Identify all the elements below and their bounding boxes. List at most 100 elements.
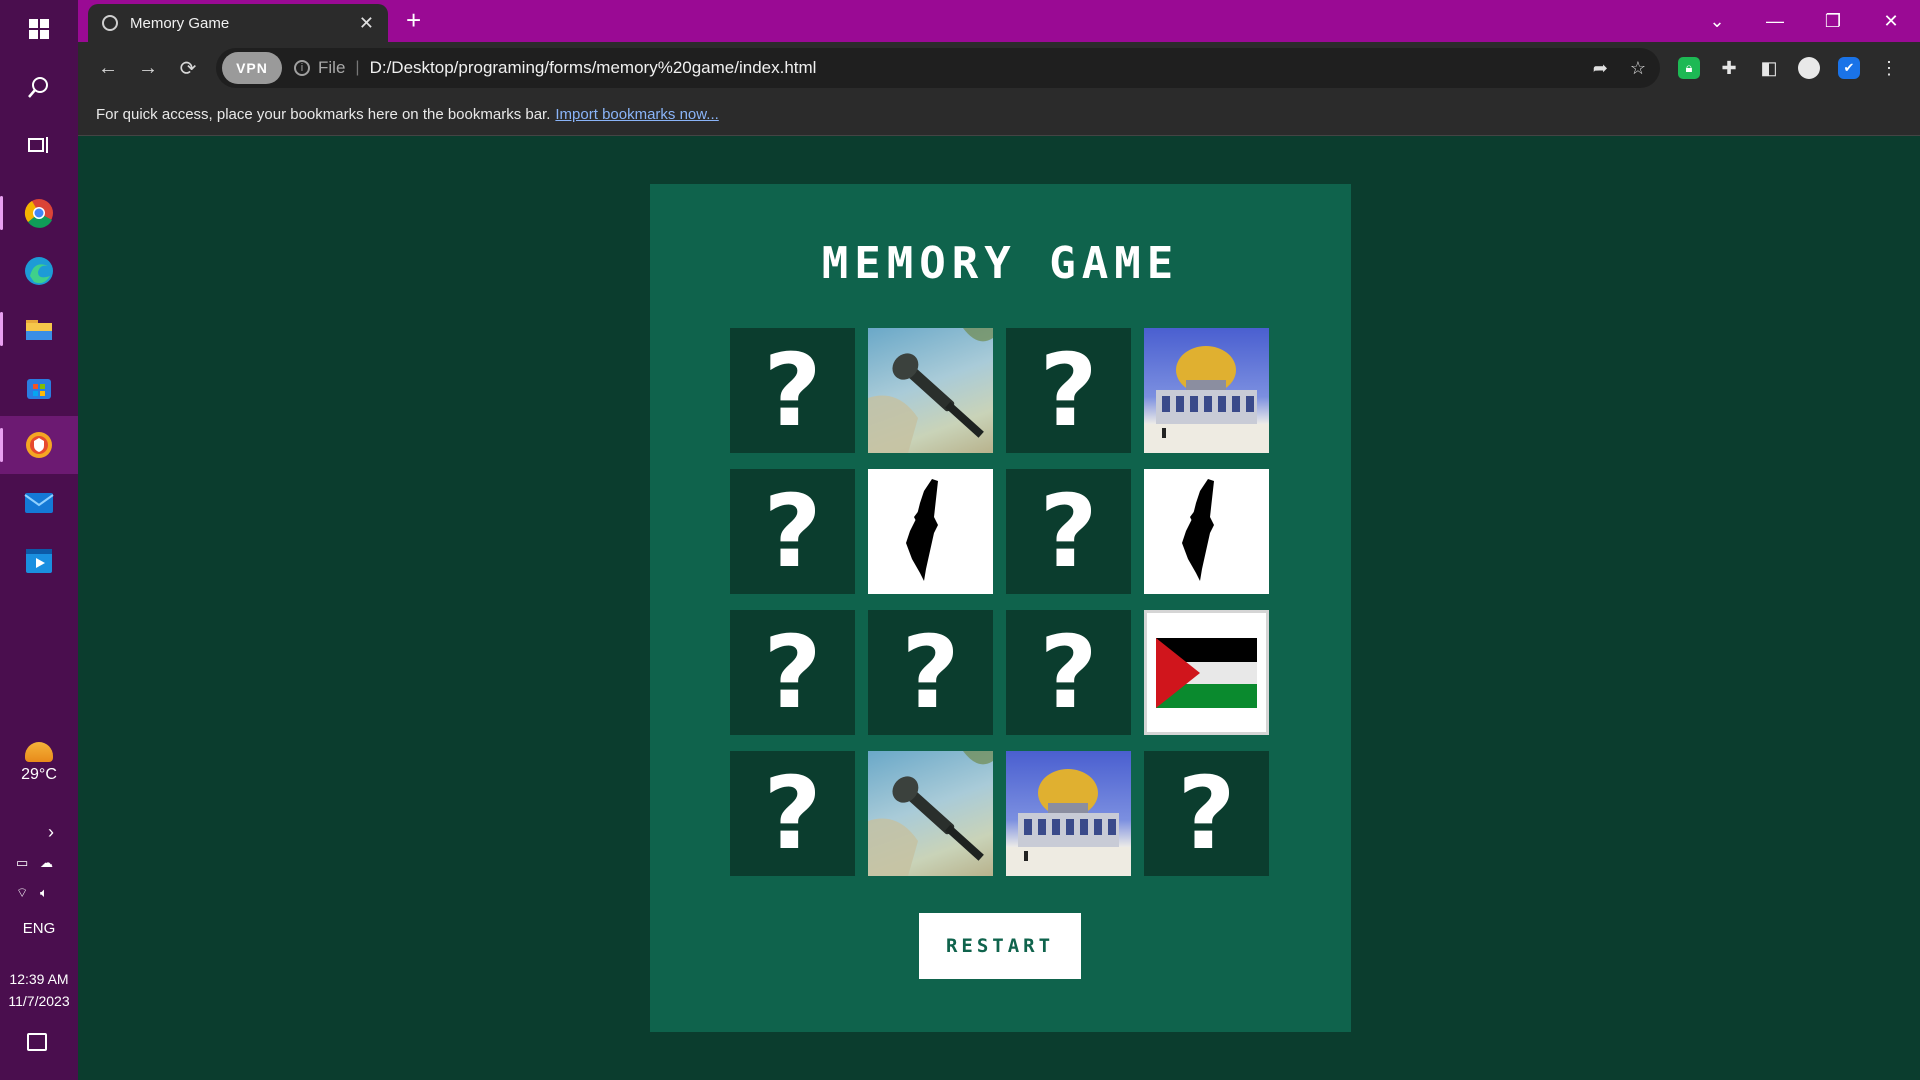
memory-card-revealed-dome[interactable]	[1144, 328, 1269, 453]
vpn-browser-icon	[26, 432, 52, 458]
memory-card-hidden[interactable]: ?	[1006, 328, 1131, 453]
store-icon	[27, 379, 51, 399]
file-explorer-icon	[26, 320, 52, 340]
task-view-button[interactable]	[0, 116, 78, 174]
rifle-image	[868, 751, 993, 876]
globe-icon	[102, 15, 118, 31]
tab-memory-game[interactable]: Memory Game ✕	[88, 4, 388, 42]
memory-card-hidden[interactable]: ?	[730, 469, 855, 594]
bookmark-star-icon[interactable]: ☆	[1630, 58, 1646, 79]
memory-card-hidden[interactable]: ?	[1006, 469, 1131, 594]
vpn-toggle-button[interactable]: VPN	[222, 52, 282, 84]
dome-of-the-rock-image	[1006, 769, 1131, 876]
weather-sun-icon	[25, 742, 53, 762]
memory-card-revealed-flag[interactable]	[1144, 610, 1269, 735]
memory-card-hidden[interactable]: ?	[1006, 610, 1131, 735]
system-tray-icons: ▭ ☁ ⌔ 🔈︎	[16, 855, 64, 901]
memory-card-hidden[interactable]: ?	[730, 328, 855, 453]
tab-search-chevron-icon[interactable]: ⌄	[1688, 11, 1746, 32]
show-hidden-icons-chevron-icon[interactable]: ›	[48, 822, 54, 843]
question-mark-icon: ?	[901, 613, 960, 731]
game-title: MEMORY GAME	[821, 238, 1180, 289]
palestine-map-image	[906, 479, 938, 581]
bookmarks-hint: For quick access, place your bookmarks h…	[96, 106, 551, 123]
url-text[interactable]: D:/Desktop/programing/forms/memory%20gam…	[370, 58, 1593, 78]
memory-card-hidden[interactable]: ?	[868, 610, 993, 735]
memory-card-hidden[interactable]: ?	[730, 751, 855, 876]
back-arrow-icon[interactable]: ←	[88, 57, 128, 80]
new-tab-button[interactable]: +	[406, 5, 421, 36]
side-panel-icon[interactable]: ◧	[1758, 57, 1780, 79]
start-button[interactable]	[0, 0, 78, 58]
question-mark-icon: ?	[1039, 613, 1098, 731]
weather-widget[interactable]: 29°C	[0, 742, 78, 784]
browser-toolbar: ← → ⟳ VPN i File | D:/Desktop/programing…	[78, 42, 1920, 94]
card-grid: ?????????	[730, 328, 1269, 876]
taskbar-store[interactable]	[0, 358, 78, 416]
search-icon	[28, 77, 48, 98]
bookmarks-bar: For quick access, place your bookmarks h…	[78, 94, 1920, 136]
restart-button[interactable]: RESTART	[919, 913, 1081, 979]
browser-window: Memory Game ✕ + ⌄ — ❐ ✕ ← → ⟳ VPN i File…	[78, 0, 1920, 1080]
chrome-icon	[24, 199, 53, 228]
page-viewport: MEMORY GAME ????????? RESTART	[78, 136, 1920, 1080]
question-mark-icon: ?	[763, 331, 822, 449]
extensions-puzzle-icon[interactable]: ✚	[1718, 57, 1740, 79]
close-window-icon[interactable]: ✕	[1862, 11, 1920, 32]
dome-of-the-rock-image	[1144, 346, 1269, 453]
taskbar-edge[interactable]	[0, 242, 78, 300]
taskbar-vpn-browser[interactable]	[0, 416, 78, 474]
memory-card-revealed-rifle[interactable]	[868, 328, 993, 453]
question-mark-icon: ?	[1039, 331, 1098, 449]
memory-game-board: MEMORY GAME ????????? RESTART	[650, 184, 1351, 1032]
memory-card-hidden[interactable]: ?	[1144, 751, 1269, 876]
extensions-area: 🔒︎ ✚ ◧ ✔ ⋮	[1678, 57, 1900, 79]
forward-arrow-icon[interactable]: →	[128, 57, 168, 80]
taskbar-file-explorer[interactable]	[0, 300, 78, 358]
share-icon[interactable]: ➦	[1593, 58, 1608, 79]
taskbar-mail[interactable]	[0, 474, 78, 532]
import-bookmarks-link[interactable]: Import bookmarks now...	[555, 106, 718, 123]
profile-avatar-icon[interactable]	[1798, 57, 1820, 79]
rifle-image	[868, 328, 993, 453]
question-mark-icon: ?	[1039, 472, 1098, 590]
palestine-map-image	[1182, 479, 1214, 581]
volume-icon[interactable]: 🔈︎	[40, 885, 64, 901]
tab-title: Memory Game	[130, 14, 230, 32]
network-status-icon[interactable]: ▭	[16, 855, 40, 871]
menu-kebab-icon[interactable]: ⋮	[1878, 57, 1900, 79]
reload-icon[interactable]: ⟳	[168, 56, 208, 81]
minimize-icon[interactable]: —	[1746, 11, 1804, 32]
memory-card-revealed-rifle[interactable]	[868, 751, 993, 876]
memory-card-revealed-map[interactable]	[868, 469, 993, 594]
address-bar[interactable]: VPN i File | D:/Desktop/programing/forms…	[216, 48, 1660, 88]
edge-icon	[25, 257, 53, 285]
window-controls: ⌄ — ❐ ✕	[1688, 0, 1920, 42]
memory-card-revealed-map[interactable]	[1144, 469, 1269, 594]
close-tab-icon[interactable]: ✕	[359, 13, 374, 34]
windows-taskbar: 29°C › ▭ ☁ ⌔ 🔈︎ ENG 12:39 AM 11/7/2023	[0, 0, 78, 1080]
palestine-flag-image	[1144, 610, 1269, 735]
taskbar-chrome[interactable]	[0, 184, 78, 242]
taskbar-media[interactable]	[0, 532, 78, 590]
input-language[interactable]: ENG	[0, 920, 78, 937]
restore-icon[interactable]: ❐	[1804, 11, 1862, 32]
onedrive-cloud-icon[interactable]: ☁	[40, 855, 64, 871]
memory-card-revealed-dome[interactable]	[1006, 751, 1131, 876]
weather-temperature: 29°C	[21, 766, 57, 783]
clock-date: 11/7/2023	[8, 993, 70, 1009]
site-info-icon[interactable]: i	[294, 60, 310, 76]
search-button[interactable]	[0, 58, 78, 116]
task-view-icon	[28, 137, 48, 153]
address-divider: |	[355, 59, 360, 76]
notifications-icon[interactable]	[27, 1033, 47, 1051]
vpn-extension-lock-icon[interactable]: 🔒︎	[1678, 57, 1700, 79]
taskbar-clock[interactable]: 12:39 AM 11/7/2023	[0, 968, 78, 1012]
wifi-icon[interactable]: ⌔	[16, 885, 40, 901]
question-mark-icon: ?	[763, 754, 822, 872]
file-scheme-label: File	[318, 58, 346, 77]
question-mark-icon: ?	[1177, 754, 1236, 872]
question-mark-icon: ?	[763, 472, 822, 590]
security-shield-icon[interactable]: ✔	[1838, 57, 1860, 79]
memory-card-hidden[interactable]: ?	[730, 610, 855, 735]
